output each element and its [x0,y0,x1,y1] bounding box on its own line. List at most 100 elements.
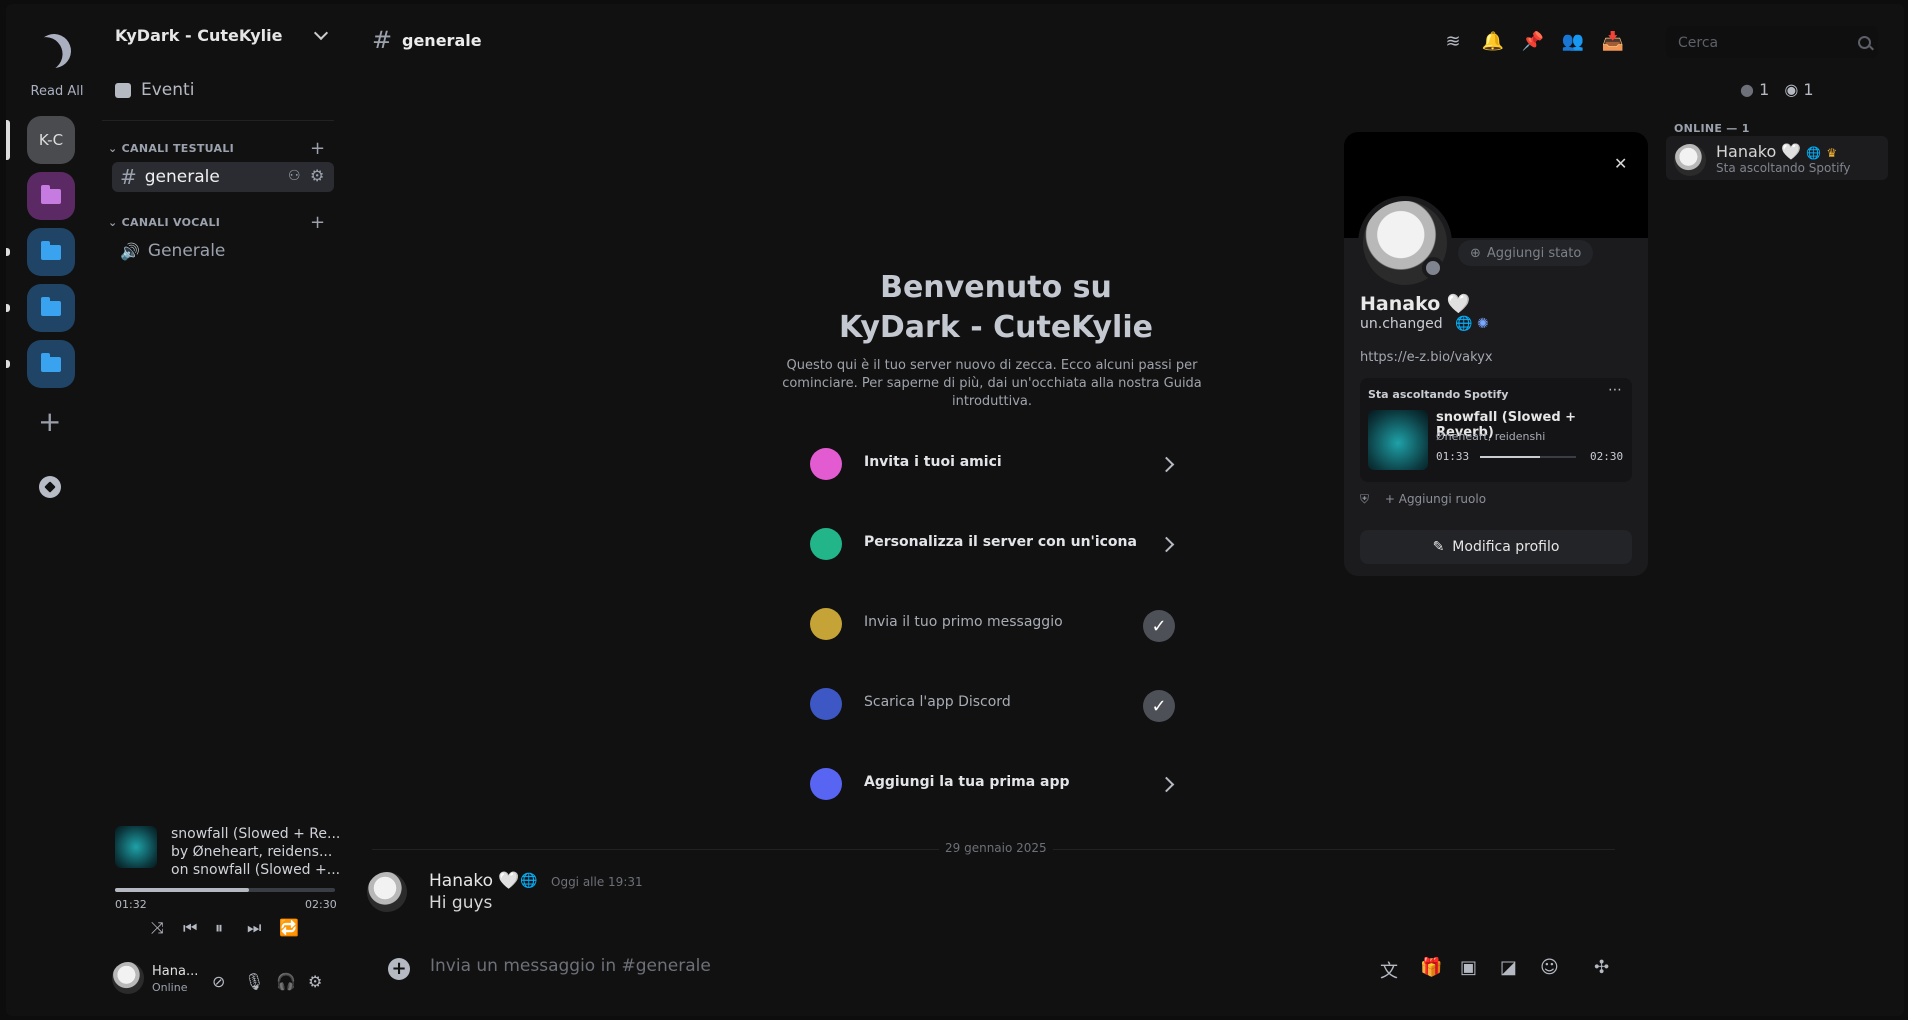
folder-icon [41,240,61,260]
chevron-right-icon [1158,536,1175,553]
search-input[interactable] [1676,34,1840,52]
paintbrush-icon [810,528,842,560]
server-folder-purple[interactable] [27,172,75,220]
emoji-icon[interactable]: ☺ [1540,957,1559,978]
task-download-app[interactable]: Scarica l'app Discord ✓ [806,676,1186,732]
channel-generale[interactable]: # generale ⚇ ⚙ [112,162,334,192]
mic-muted-icon[interactable]: 🎙 [244,972,264,991]
server-name[interactable]: KyDark - CuteKylie [115,26,282,45]
edit-profile-button[interactable]: ✎ Modifica profilo [1360,530,1632,564]
read-all-button[interactable]: Read All [21,84,93,99]
np-duration: 02:30 [305,898,337,911]
checkmark-icon: ✓ [1143,690,1175,722]
translate-icon[interactable]: 文 [1380,957,1398,983]
more-icon[interactable]: ⋯ [1608,382,1622,398]
globe-badge-icon: 🌐 [1455,316,1473,332]
np-album[interactable]: on snowfall (Slowed +... [171,862,341,878]
avatar[interactable] [112,962,144,994]
spotify-artists[interactable]: Øneheart, reidenshi [1436,430,1545,443]
spotify-duration: 02:30 [1590,450,1624,463]
voice-category-label: CANALI VOCALI [121,216,221,229]
close-icon[interactable]: ✕ [1614,154,1627,173]
channel-label: Generale [147,241,226,261]
add-voice-channel-button[interactable]: + [310,212,325,233]
channel-sidebar: KyDark - CuteKylie Eventi ⌄ CANALI TESTU… [102,4,342,1016]
edit-profile-label: Modifica profilo [1452,539,1560,555]
plus-circle-icon: ⊕ [1470,245,1481,261]
next-icon[interactable]: ⏭ [247,918,261,938]
message-input[interactable] [428,955,1132,977]
sticker-icon[interactable]: ◪ [1500,957,1517,978]
message-text: Hi guys [429,893,493,913]
chevron-down-icon[interactable] [313,25,329,41]
spotify-activity: Sta ascoltando Spotify ⋯ snowfall (Slowe… [1360,378,1632,482]
voice-channel-generale[interactable]: 🔊 Generale [112,236,334,266]
online-header: ONLINE — 1 [1674,122,1750,135]
task-server-icon[interactable]: Personalizza il server con un'icona [806,516,1186,572]
search-box[interactable] [1666,26,1878,58]
spotify-album-art[interactable] [1368,410,1428,470]
crown-icon: ♛ [1826,146,1838,160]
user-panel: Hana... Online ⊘ 🎙 🎧 ⚙ [112,960,338,1000]
profile-link[interactable]: https://e-z.bio/vakyx [1360,350,1493,365]
task-invite-friends[interactable]: Invita i tuoi amici [806,436,1186,492]
gift-icon[interactable]: 🎁 [1420,957,1442,978]
task-add-app[interactable]: Aggiungi la tua prima app [806,756,1186,812]
task-first-message[interactable]: Invia il tuo primo messaggio ✓ [806,596,1186,652]
message-bubble-icon [810,608,842,640]
np-artist[interactable]: by Øneheart, reidens... [171,844,341,860]
message-author[interactable]: Hanako 🤍 [429,871,520,891]
add-role-row[interactable]: ⛨ + Aggiungi ruolo [1360,492,1486,507]
threads-icon[interactable]: ≋ [1442,30,1464,52]
members-icon[interactable]: 👥 [1562,30,1584,52]
add-text-channel-button[interactable]: + [310,138,325,159]
spotify-progress-bar [1480,456,1576,458]
moon-icon[interactable] [32,29,76,73]
channel-title: generale [402,31,482,50]
settings-gear-icon[interactable]: ⚙ [308,972,322,991]
user-name[interactable]: Hana... [152,964,198,979]
headphones-icon[interactable]: 🎧 [276,972,296,991]
welcome-title-line2: KyDark - CuteKylie [839,310,1153,345]
attach-plus-icon[interactable]: + [388,958,410,980]
np-progress-bar[interactable] [115,888,335,892]
pause-icon[interactable]: ⏸ [215,918,223,938]
camera-off-icon[interactable]: ⊘ [212,972,225,991]
folder-icon [41,352,61,372]
search-icon[interactable] [1858,36,1871,49]
unread-indicator [6,248,10,256]
explore-icon[interactable] [39,476,61,498]
gif-icon[interactable]: ▣ [1460,957,1477,978]
profile-username-text: un.changed [1360,316,1443,332]
server-folder-blue-2[interactable] [27,284,75,332]
inbox-icon[interactable]: 📥 [1602,30,1624,52]
bell-icon[interactable]: 🔔 [1482,30,1504,52]
message-avatar[interactable] [367,872,407,912]
app-icon [810,768,842,800]
member-item[interactable]: Hanako 🤍 🌐 ♛ Sta ascoltando Spotify [1666,136,1888,180]
events-item[interactable]: Eventi [115,80,194,100]
nitro-badge-icon: ✺ [1476,316,1489,332]
online-ring-icon: ◉ [1784,80,1799,99]
selected-server-indicator [6,120,10,160]
gear-icon[interactable]: ⚙ [310,166,324,185]
server-kc[interactable]: K-C [27,116,75,164]
np-title[interactable]: snowfall (Slowed + Re... [171,826,341,842]
apps-icon[interactable]: ✣ [1594,957,1609,978]
repeat-icon[interactable]: 🔁 [279,918,299,937]
chevron-right-icon [1158,776,1175,793]
server-folder-blue-1[interactable] [27,228,75,276]
album-art[interactable] [115,826,157,868]
invite-icon[interactable]: ⚇ [288,168,301,184]
previous-icon[interactable]: ⏮ [183,918,197,938]
server-folder-blue-3[interactable] [27,340,75,388]
text-category-header[interactable]: ⌄ CANALI TESTUALI [108,142,234,155]
count-a: 1 [1759,80,1770,99]
shuffle-icon[interactable]: ⤨ [151,918,164,938]
plus-icon: + [1384,492,1395,506]
voice-category-header[interactable]: ⌄ CANALI VOCALI [108,216,220,229]
shield-icon: ⛨ [1360,492,1370,506]
add-server-button[interactable]: + [38,408,61,436]
pin-icon[interactable]: 📌 [1522,30,1544,52]
add-status-button[interactable]: ⊕ Aggiungi stato [1458,240,1594,266]
